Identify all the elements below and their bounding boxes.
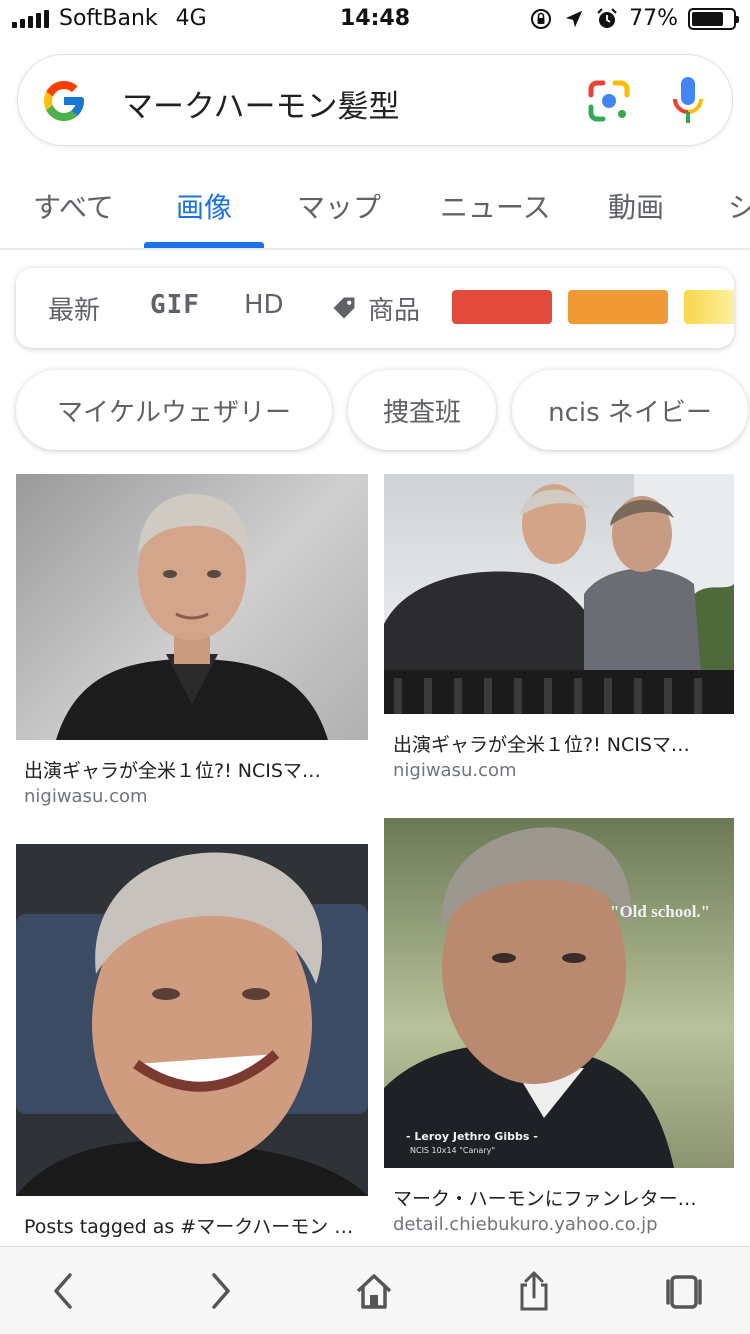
overlay-quote: "Old school." [610, 902, 711, 921]
search-box[interactable]: マークハーモン髪型 [17, 54, 733, 146]
search-tabs: すべて 画像 マップ ニュース 動画 シ [0, 160, 750, 250]
filter-products[interactable]: 商品 [368, 290, 420, 327]
two-men-illustration [384, 474, 734, 714]
suggestion-chip[interactable]: 捜査班 [348, 370, 496, 450]
result-image-portrait[interactable] [16, 474, 368, 740]
result-caption[interactable]: マーク・ハーモンにファンレター… [393, 1184, 733, 1211]
filter-latest[interactable]: 最新 [48, 290, 100, 327]
old-school-illustration [384, 827, 674, 1168]
tab-more[interactable]: シ [728, 186, 750, 226]
tab-news[interactable]: ニュース [440, 186, 551, 226]
overlay-name: - Leroy Jethro Gibbs - [406, 1130, 538, 1143]
battery-percent: 77% [629, 6, 678, 31]
color-filter-orange[interactable] [568, 290, 668, 324]
result-image-smiling[interactable] [16, 844, 368, 1196]
battery-icon [688, 7, 739, 30]
google-logo-icon[interactable] [40, 77, 88, 125]
result-source[interactable]: nigiwasu.com [24, 786, 148, 807]
result-caption[interactable]: Posts tagged as #マークハーモン … [24, 1212, 364, 1239]
result-source[interactable]: detail.chiebukuro.yahoo.co.jp [393, 1214, 658, 1235]
forward-icon[interactable] [200, 1271, 240, 1311]
tab-maps[interactable]: マップ [297, 186, 381, 226]
overlay-episode: NCIS 10x14 "Canary" [410, 1146, 496, 1155]
suggestion-chip[interactable]: マイケルウェザリー [16, 370, 332, 450]
home-icon[interactable] [354, 1271, 394, 1311]
browser-toolbar [0, 1246, 750, 1334]
tab-videos[interactable]: 動画 [608, 186, 664, 226]
color-filter-red[interactable] [452, 290, 552, 324]
result-caption[interactable]: 出演ギャラが全米１位?! NCISマ… [393, 730, 733, 757]
microphone-icon[interactable] [671, 75, 705, 127]
active-tab-indicator [144, 242, 264, 248]
status-bar: SoftBank 4G 14:48 77% [0, 0, 750, 40]
back-icon[interactable] [44, 1271, 84, 1311]
result-source[interactable]: nigiwasu.com [393, 760, 517, 781]
filter-gif[interactable]: GIF [150, 290, 200, 320]
google-lens-icon[interactable] [585, 77, 633, 125]
color-filter-yellow[interactable] [684, 290, 734, 324]
tab-images[interactable]: 画像 [176, 186, 232, 226]
suggestion-chip[interactable]: ncis ネイビー [512, 370, 748, 450]
filter-hd[interactable]: HD [244, 290, 284, 320]
search-query[interactable]: マークハーモン髪型 [122, 81, 399, 126]
orientation-lock-icon [531, 8, 552, 29]
tag-icon [333, 297, 355, 319]
share-icon[interactable] [514, 1271, 554, 1311]
result-image-old-school[interactable]: "Old school." - Leroy Jethro Gibbs - NCI… [384, 818, 734, 1168]
result-caption[interactable]: 出演ギャラが全米１位?! NCISマ… [24, 756, 364, 783]
tabs-icon[interactable] [664, 1271, 704, 1311]
alarm-icon [597, 7, 617, 28]
location-arrow-icon [565, 10, 583, 27]
smiling-portrait-illustration [16, 852, 368, 1196]
tab-all[interactable]: すべて [33, 186, 114, 226]
portrait-illustration [56, 493, 328, 740]
result-image-two-men[interactable] [384, 474, 734, 714]
filter-bar: 最新 GIF HD 商品 [16, 268, 734, 348]
